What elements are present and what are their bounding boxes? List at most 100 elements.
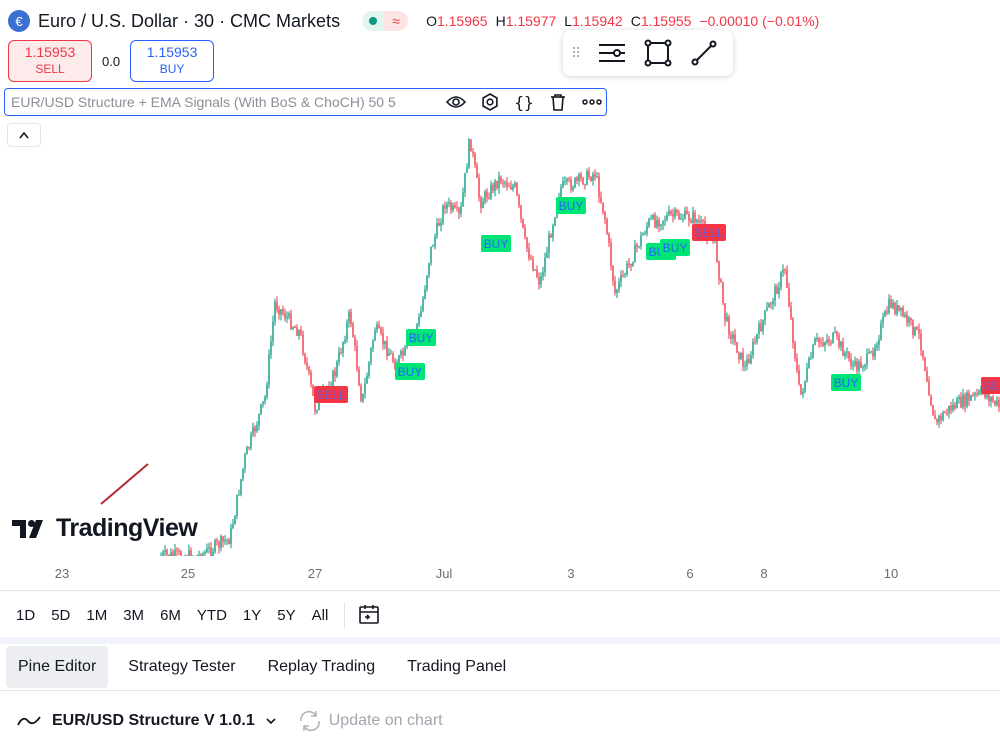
grip-icon[interactable]: ⠿ — [571, 45, 583, 62]
eye-icon[interactable] — [444, 91, 468, 113]
euro-flag-icon[interactable]: € — [8, 10, 30, 32]
candle-body — [200, 554, 202, 556]
candle-body — [594, 174, 596, 177]
candle-body — [774, 286, 776, 302]
candle-body — [390, 353, 392, 355]
candle-body — [644, 233, 646, 235]
candle-body — [922, 350, 924, 358]
candle-body — [840, 341, 842, 347]
candle-body — [930, 395, 932, 406]
candle-body — [532, 259, 534, 271]
candle-body — [590, 177, 592, 181]
candle-body — [498, 176, 500, 189]
candle-body — [362, 393, 364, 401]
tab-replay-trading[interactable]: Replay Trading — [256, 646, 388, 688]
candle-body — [946, 412, 948, 414]
range-ytd[interactable]: YTD — [189, 607, 235, 624]
indicator-name[interactable]: EUR/USD Structure + EMA Signals (With Bo… — [11, 94, 436, 110]
market-status-pill[interactable]: ≈ — [362, 11, 409, 31]
candle-body — [426, 275, 428, 290]
candle-body — [938, 415, 940, 423]
candle-body — [796, 358, 798, 371]
candle-body — [352, 323, 354, 338]
candle-body — [824, 342, 826, 346]
candle-body — [388, 353, 390, 356]
candle-body — [678, 213, 680, 219]
candle-body — [270, 340, 272, 355]
candle-body — [986, 394, 988, 398]
time-axis[interactable]: 23 25 27 Jul 3 6 8 10 — [0, 560, 1000, 586]
candle-body — [332, 370, 334, 387]
candle-body — [784, 269, 786, 271]
range-6m[interactable]: 6M — [152, 607, 189, 624]
symbol-title[interactable]: Euro / U.S. Dollar · 30 · CMC Markets — [38, 11, 340, 32]
price-chart[interactable]: SELLBUYBUYBUYBUYBUYBUYSELLBUYSELL — [0, 118, 1000, 556]
candle-body — [462, 192, 464, 207]
buy-signal-text: BUY — [398, 365, 423, 379]
tab-trading-panel[interactable]: Trading Panel — [395, 646, 518, 688]
range-1d[interactable]: 1D — [8, 607, 43, 624]
candle-body — [854, 361, 856, 365]
range-1m[interactable]: 1M — [78, 607, 115, 624]
candle-body — [780, 272, 782, 288]
user-trendline[interactable] — [100, 463, 149, 505]
range-all[interactable]: All — [304, 607, 337, 624]
more-icon[interactable] — [580, 91, 604, 113]
candle-body — [304, 353, 306, 363]
buy-button[interactable]: 1.15953 BUY — [130, 40, 215, 82]
range-3m[interactable]: 3M — [115, 607, 152, 624]
update-on-chart-label: Update on chart — [328, 712, 443, 729]
candle-body — [222, 536, 224, 542]
candle-body — [470, 139, 472, 152]
data-delay-icon: ≈ — [384, 11, 409, 31]
candle-body — [792, 318, 794, 344]
candle-body — [968, 392, 970, 401]
candle-body — [226, 539, 228, 541]
source-code-icon[interactable]: {} — [512, 91, 536, 113]
candle-body — [376, 324, 378, 331]
candle-body — [756, 334, 758, 343]
tab-strategy-tester[interactable]: Strategy Tester — [116, 646, 247, 688]
delete-icon[interactable] — [546, 91, 570, 113]
close-value: 1.15955 — [640, 13, 692, 29]
range-5d[interactable]: 5D — [43, 607, 78, 624]
chevron-down-icon[interactable] — [265, 717, 277, 725]
candle-body — [434, 236, 436, 247]
range-1y[interactable]: 1Y — [235, 607, 269, 624]
candle-body — [488, 197, 490, 199]
candle-body — [782, 269, 784, 273]
update-on-chart-button[interactable]: Update on chart — [297, 710, 443, 732]
sell-button[interactable]: 1.15953 SELL — [8, 40, 92, 82]
candle-body — [386, 340, 388, 356]
settings-icon[interactable] — [478, 91, 502, 113]
script-name[interactable]: EUR/USD Structure V 1.0.1 — [52, 712, 255, 730]
rectangle-icon[interactable] — [641, 36, 675, 70]
candle-body — [676, 209, 678, 214]
goto-date-icon[interactable] — [353, 600, 385, 630]
candle-body — [950, 405, 952, 411]
candle-body — [702, 220, 704, 222]
trendline-icon[interactable] — [687, 36, 721, 70]
range-5y[interactable]: 5Y — [269, 607, 303, 624]
candle-body — [860, 361, 862, 368]
candle-body — [372, 340, 374, 349]
candle-body — [208, 547, 210, 549]
candle-body — [664, 220, 666, 222]
candle-body — [308, 366, 310, 373]
candle-body — [298, 330, 300, 336]
candle-body — [338, 352, 340, 362]
buy-price: 1.15953 — [146, 44, 198, 60]
lines-icon[interactable] — [595, 36, 629, 70]
candle-body — [392, 353, 394, 362]
candle-body — [688, 213, 690, 221]
buy-signal-text: BUY — [834, 376, 859, 390]
tab-pine-editor[interactable]: Pine Editor — [6, 646, 109, 688]
candle-body — [680, 218, 682, 220]
candle-body — [736, 341, 738, 353]
candle-body — [398, 355, 400, 364]
candle-body — [224, 540, 226, 542]
candle-body — [354, 337, 356, 346]
panel-divider[interactable] — [0, 637, 1000, 644]
indicator-legend[interactable]: EUR/USD Structure + EMA Signals (With Bo… — [4, 88, 607, 116]
candle-body — [380, 328, 382, 333]
